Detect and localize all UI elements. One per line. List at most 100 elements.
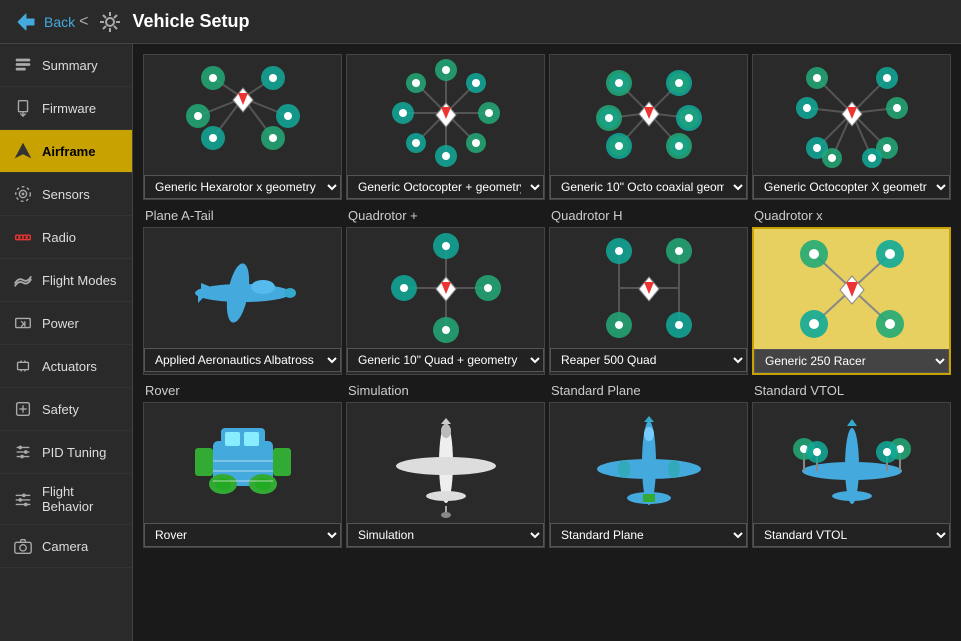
main-layout: Summary Firmware Airframe Sensors [0, 44, 961, 641]
power-icon [12, 312, 34, 334]
section-label-quadrotor-h: Quadrotor H [547, 202, 750, 225]
vehicle-select-simulation[interactable]: Simulation [347, 523, 544, 547]
summary-icon [12, 54, 34, 76]
sidebar-label-safety: Safety [42, 402, 79, 417]
vehicle-dropdown-quadh[interactable]: Reaper 500 Quad [550, 348, 747, 372]
vehicle-card-quadx[interactable]: Generic 250 Racer [752, 227, 951, 375]
back-button[interactable]: Back [44, 14, 75, 30]
section-label-quadrotor-plus: Quadrotor + [344, 202, 547, 225]
vehicle-select-rover[interactable]: Rover [144, 523, 341, 547]
radio-icon [12, 226, 34, 248]
sidebar-label-radio: Radio [42, 230, 76, 245]
vehicle-image-octoplus [347, 55, 544, 175]
vehicle-select-quadx[interactable]: Generic 250 Racer [754, 349, 949, 373]
sidebar-item-summary[interactable]: Summary [0, 44, 132, 87]
vehicle-dropdown-hexarotor[interactable]: Generic Hexarotor x geometry [144, 175, 341, 199]
sensors-icon [12, 183, 34, 205]
vehicle-image-vtol [753, 403, 950, 523]
sidebar-item-airframe[interactable]: Airframe [0, 130, 132, 173]
vehicle-image-rover [144, 403, 341, 523]
sidebar-label-flight-modes: Flight Modes [42, 273, 116, 288]
vehicle-card-quadplus[interactable]: Generic 10" Quad + geometry [346, 227, 545, 375]
vehicle-card-rover[interactable]: Rover [143, 402, 342, 548]
gear-icon [96, 8, 124, 36]
vehicle-select-octox[interactable]: Generic Octocopter X geometry [753, 175, 950, 199]
vehicle-dropdown-rover[interactable]: Rover [144, 523, 341, 547]
header: Back < Vehicle Setup [0, 0, 961, 44]
vehicle-dropdown-quadx[interactable]: Generic 250 Racer [754, 349, 949, 373]
vehicle-image-octox [753, 55, 950, 175]
vehicle-card-octox[interactable]: Generic Octocopter X geometry [752, 54, 951, 200]
section-label-standard-plane: Standard Plane [547, 377, 750, 400]
sidebar-label-summary: Summary [42, 58, 98, 73]
flight-modes-icon [12, 269, 34, 291]
vehicle-image-octocoax [550, 55, 747, 175]
sidebar-item-pid-tuning[interactable]: PID Tuning [0, 431, 132, 474]
actuators-icon [12, 355, 34, 377]
vehicle-card-quadh[interactable]: Reaper 500 Quad [549, 227, 748, 375]
vehicle-card-simulation[interactable]: Simulation [346, 402, 545, 548]
sidebar-item-firmware[interactable]: Firmware [0, 87, 132, 130]
vehicle-card-hexarotor[interactable]: Generic Hexarotor x geometry [143, 54, 342, 200]
safety-icon [12, 398, 34, 420]
sidebar-item-radio[interactable]: Radio [0, 216, 132, 259]
section-label-quadrotor-x: Quadrotor x [750, 202, 953, 225]
vehicle-image-simulation [347, 403, 544, 523]
page-title: Vehicle Setup [132, 11, 249, 32]
vehicle-select-quadh[interactable]: Reaper 500 Quad [550, 348, 747, 372]
sidebar-label-flight-behavior: Flight Behavior [42, 484, 120, 514]
section-label-rover: Rover [141, 377, 344, 400]
vehicle-dropdown-octox[interactable]: Generic Octocopter X geometry [753, 175, 950, 199]
sidebar-item-sensors[interactable]: Sensors [0, 173, 132, 216]
sidebar-label-pid-tuning: PID Tuning [42, 445, 106, 460]
vehicle-select-quadplus[interactable]: Generic 10" Quad + geometry [347, 348, 544, 372]
vehicle-image-plane [144, 228, 341, 348]
flight-behavior-icon [12, 488, 34, 510]
vehicle-image-std-plane [550, 403, 747, 523]
sidebar-item-power[interactable]: Power [0, 302, 132, 345]
vehicle-select-hexarotor[interactable]: Generic Hexarotor x geometry [144, 175, 341, 199]
vehicle-dropdown-vtol[interactable]: Standard VTOL [753, 523, 950, 547]
sidebar-label-actuators: Actuators [42, 359, 97, 374]
vehicle-card-octocoax[interactable]: Generic 10" Octo coaxial geometry [549, 54, 748, 200]
vehicle-select-octocoax[interactable]: Generic 10" Octo coaxial geometry [550, 175, 747, 199]
breadcrumb-chevron: < [79, 13, 88, 31]
airframe-icon [12, 140, 34, 162]
sidebar-item-flight-behavior[interactable]: Flight Behavior [0, 474, 132, 525]
vehicle-image-quadx [754, 229, 949, 349]
vehicle-image-hexarotor [144, 55, 341, 175]
vehicle-image-quadplus [347, 228, 544, 348]
sidebar-label-camera: Camera [42, 539, 88, 554]
section-label-standard-vtol: Standard VTOL [750, 377, 953, 400]
vehicle-select-plane[interactable]: Applied Aeronautics Albatross [144, 348, 341, 372]
vehicle-dropdown-octoplus[interactable]: Generic Octocopter + geometry [347, 175, 544, 199]
sidebar-item-actuators[interactable]: Actuators [0, 345, 132, 388]
sidebar-label-airframe: Airframe [42, 144, 95, 159]
vehicle-dropdown-quadplus[interactable]: Generic 10" Quad + geometry [347, 348, 544, 372]
section-label-simulation: Simulation [344, 377, 547, 400]
vehicle-card-vtol[interactable]: Standard VTOL [752, 402, 951, 548]
firmware-icon [12, 97, 34, 119]
sidebar-item-camera[interactable]: Camera [0, 525, 132, 568]
sidebar-label-firmware: Firmware [42, 101, 96, 116]
airframe-content: Generic Hexarotor x geometry [133, 44, 961, 641]
vehicle-select-std-plane[interactable]: Standard Plane [550, 523, 747, 547]
pid-tuning-icon [12, 441, 34, 463]
sidebar-label-power: Power [42, 316, 79, 331]
vehicle-dropdown-plane[interactable]: Applied Aeronautics Albatross [144, 348, 341, 372]
section-label-plane-atail: Plane A-Tail [141, 202, 344, 225]
vehicle-dropdown-std-plane[interactable]: Standard Plane [550, 523, 747, 547]
vehicle-dropdown-octocoax[interactable]: Generic 10" Octo coaxial geometry [550, 175, 747, 199]
sidebar-item-flight-modes[interactable]: Flight Modes [0, 259, 132, 302]
camera-icon [12, 535, 34, 557]
sidebar: Summary Firmware Airframe Sensors [0, 44, 133, 641]
vehicle-dropdown-simulation[interactable]: Simulation [347, 523, 544, 547]
sidebar-label-sensors: Sensors [42, 187, 90, 202]
vehicle-select-octoplus[interactable]: Generic Octocopter + geometry [347, 175, 544, 199]
vehicle-card-octoplus[interactable]: Generic Octocopter + geometry [346, 54, 545, 200]
vehicle-card-std-plane[interactable]: Standard Plane [549, 402, 748, 548]
vehicle-card-plane[interactable]: Applied Aeronautics Albatross [143, 227, 342, 375]
back-icon [12, 8, 40, 36]
vehicle-select-vtol[interactable]: Standard VTOL [753, 523, 950, 547]
sidebar-item-safety[interactable]: Safety [0, 388, 132, 431]
